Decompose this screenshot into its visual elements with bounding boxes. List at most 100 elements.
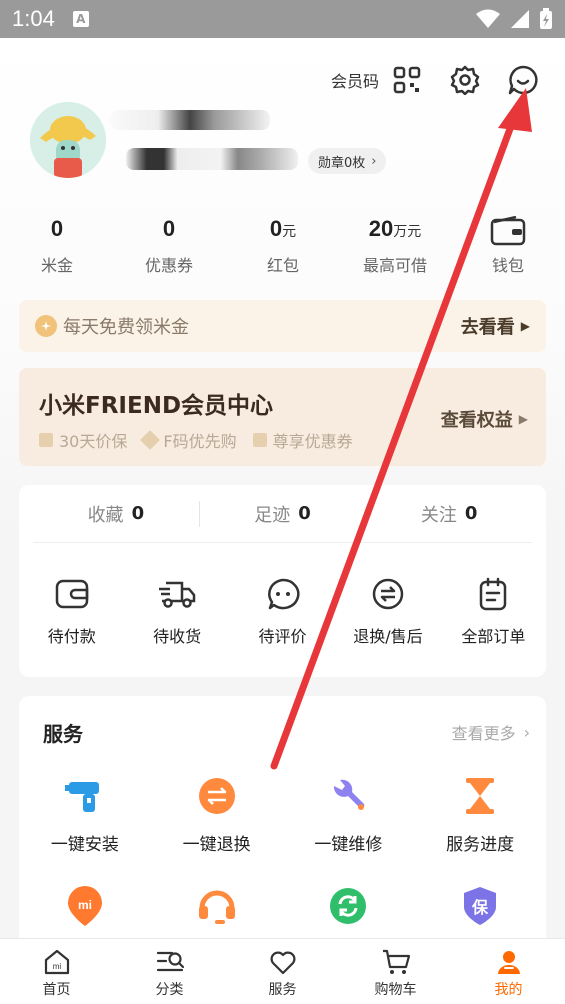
exchange-icon bbox=[369, 575, 407, 613]
stat-value: 0 bbox=[162, 216, 176, 241]
order-returns[interactable]: 退换/售后 bbox=[335, 575, 440, 647]
message-icon[interactable] bbox=[507, 64, 539, 96]
diamond-perk-icon bbox=[140, 430, 161, 450]
tab-following[interactable]: 关注 0 bbox=[366, 485, 532, 542]
tab-history[interactable]: 足迹 0 bbox=[200, 485, 366, 542]
mi-pin-icon: mi bbox=[63, 884, 107, 928]
stat-value: 0 bbox=[50, 216, 64, 241]
status-time: 1:04 bbox=[12, 6, 55, 31]
coin-banner-action[interactable]: 去看看 ▶ bbox=[461, 313, 530, 339]
service-install[interactable]: 一键安装 bbox=[19, 774, 151, 855]
service-item[interactable]: 保 bbox=[414, 884, 546, 928]
coin-icon bbox=[35, 315, 57, 337]
triangle-right-icon: ▶ bbox=[518, 412, 528, 426]
assets-stats: 0 米金 0 优惠券 0元 红包 20万元 最高可借 钱包 bbox=[0, 216, 565, 296]
status-bar: 1:04 A bbox=[0, 0, 565, 38]
triangle-right-icon: ▶ bbox=[520, 319, 530, 333]
wallet-icon bbox=[53, 575, 91, 613]
service-repair[interactable]: 一键维修 bbox=[283, 774, 415, 855]
qr-code-icon[interactable] bbox=[391, 64, 423, 96]
heart-icon bbox=[268, 947, 298, 977]
user-profile bbox=[30, 102, 106, 178]
service-item[interactable]: mi bbox=[19, 884, 151, 928]
stat-coupons[interactable]: 0 优惠券 bbox=[114, 216, 224, 276]
nav-service[interactable]: 服务 bbox=[226, 939, 339, 1004]
ticket-perk-icon bbox=[252, 433, 267, 447]
stat-wallet[interactable]: 钱包 bbox=[453, 216, 563, 276]
perk-item: 30天价保 bbox=[39, 428, 127, 452]
profile-icon bbox=[494, 947, 524, 977]
nav-cart[interactable]: 购物车 bbox=[339, 939, 452, 1004]
service-item[interactable] bbox=[151, 884, 283, 928]
wifi-icon bbox=[476, 9, 500, 28]
userid-redacted bbox=[126, 148, 298, 170]
service-item[interactable] bbox=[283, 884, 415, 928]
stat-value: 20 bbox=[368, 216, 394, 241]
username-redacted bbox=[110, 110, 270, 130]
order-pending-receipt[interactable]: 待收货 bbox=[124, 575, 229, 647]
settings-gear-icon[interactable] bbox=[449, 64, 481, 96]
tab-favorites[interactable]: 收藏 0 bbox=[33, 485, 199, 542]
service-row: 一键安装 一键退换 一键维修 服务进度 bbox=[19, 774, 546, 855]
cart-icon bbox=[381, 947, 411, 977]
member-center-card[interactable]: 小米FRIEND会员中心 30天价保 F码优先购 尊享优惠券 查看权益 ▶ bbox=[19, 368, 546, 466]
battery-icon bbox=[540, 8, 552, 29]
member-code-label[interactable]: 会员码 bbox=[331, 68, 379, 92]
orders-card: 收藏 0 足迹 0 关注 0 待付款 待收货 待评价 退换/售后 全部订单 bbox=[19, 485, 546, 677]
service-return[interactable]: 一键退换 bbox=[151, 774, 283, 855]
service-more-link[interactable]: 查看更多 › bbox=[452, 720, 530, 744]
collection-tabs: 收藏 0 足迹 0 关注 0 bbox=[33, 485, 532, 543]
stat-label: 最高可借 bbox=[362, 256, 427, 275]
shield-glyph: 保 bbox=[471, 898, 489, 917]
status-indicator-icon: A bbox=[72, 11, 89, 27]
home-icon: mi bbox=[42, 947, 72, 977]
service-row: mi 保 bbox=[19, 884, 546, 928]
comment-icon bbox=[264, 575, 302, 613]
hourglass-icon bbox=[458, 774, 502, 818]
shield-icon: 保 bbox=[458, 884, 502, 928]
order-status-grid: 待付款 待收货 待评价 退换/售后 全部订单 bbox=[19, 575, 546, 647]
stat-red-packet[interactable]: 0元 红包 bbox=[228, 216, 338, 276]
top-actions: 会员码 bbox=[331, 64, 539, 96]
badge-count-button[interactable]: 勋章0枚 › bbox=[308, 148, 387, 174]
order-list-icon bbox=[474, 575, 512, 613]
stat-max-loan[interactable]: 20万元 最高可借 bbox=[340, 216, 450, 276]
wallet-icon bbox=[490, 216, 526, 246]
stat-label: 优惠券 bbox=[144, 256, 193, 275]
drill-icon bbox=[63, 774, 107, 818]
refresh-icon bbox=[326, 884, 370, 928]
shield-perk-icon bbox=[39, 433, 53, 447]
category-icon bbox=[155, 947, 185, 977]
stat-label: 米金 bbox=[40, 256, 73, 275]
profile-page: 会员码 勋章0枚 › 0 米金 0 优惠券 0元 红包 20万元 最高可借 钱包… bbox=[0, 38, 565, 956]
service-card: 服务 查看更多 › 一键安装 一键退换 一键维修 服务进度 mi 保 bbox=[19, 696, 546, 956]
stat-label: 钱包 bbox=[491, 256, 524, 275]
coin-banner-text: 每天免费领米金 bbox=[63, 317, 189, 338]
svg-text:mi: mi bbox=[78, 898, 92, 912]
badge-label: 勋章0枚 bbox=[318, 155, 366, 171]
avatar[interactable] bbox=[30, 102, 106, 178]
chevron-right-icon: › bbox=[371, 153, 377, 169]
chevron-right-icon: › bbox=[523, 722, 530, 742]
nav-home[interactable]: mi 首页 bbox=[0, 939, 113, 1004]
nav-category[interactable]: 分类 bbox=[113, 939, 226, 1004]
order-pending-payment[interactable]: 待付款 bbox=[19, 575, 124, 647]
stat-mi-coin[interactable]: 0 米金 bbox=[2, 216, 112, 276]
order-all[interactable]: 全部订单 bbox=[441, 575, 546, 647]
headset-icon bbox=[195, 884, 239, 928]
nav-profile[interactable]: 我的 bbox=[452, 939, 565, 1004]
perk-item: 尊享优惠券 bbox=[252, 428, 353, 452]
service-progress[interactable]: 服务进度 bbox=[414, 774, 546, 855]
order-pending-review[interactable]: 待评价 bbox=[230, 575, 335, 647]
signal-icon bbox=[511, 10, 529, 28]
truck-icon bbox=[158, 575, 196, 613]
swap-icon bbox=[195, 774, 239, 818]
member-perks: 30天价保 F码优先购 尊享优惠券 bbox=[39, 428, 353, 452]
bottom-nav: mi 首页 分类 服务 购物车 我的 bbox=[0, 938, 565, 1004]
perk-item: F码优先购 bbox=[140, 428, 237, 452]
free-coin-banner[interactable]: 每天免费领米金 去看看 ▶ bbox=[19, 300, 546, 352]
member-center-title: 小米FRIEND会员中心 bbox=[39, 393, 274, 419]
view-benefits-button[interactable]: 查看权益 ▶ bbox=[441, 406, 528, 432]
stat-label: 红包 bbox=[266, 256, 299, 275]
svg-text:mi: mi bbox=[52, 962, 61, 971]
